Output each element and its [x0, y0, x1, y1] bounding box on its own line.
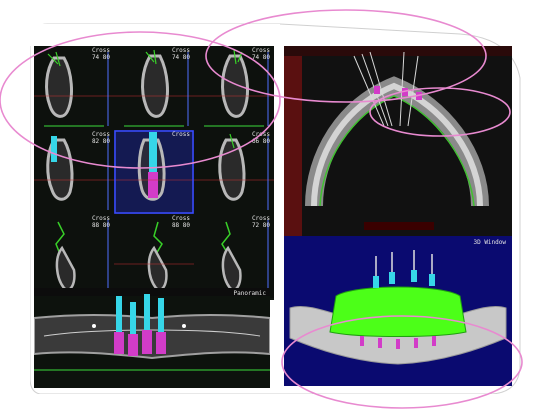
axial-image: [284, 46, 512, 236]
implant-planning-app: Cross 74 80 Cross 74 80 Cross 74 80 Cros…: [30, 18, 526, 394]
cross-section-label: Cross 72 80: [251, 215, 270, 229]
cross-section-label: Cross 88 80: [171, 215, 190, 229]
cross-section-view[interactable]: Cross 74 80: [114, 46, 194, 130]
3d-window-label: 3D Window: [473, 239, 506, 246]
cross-section-view[interactable]: Cross 88 80: [114, 214, 194, 298]
cross-section-label: Cross 74 80: [251, 47, 270, 61]
3d-model: [284, 236, 512, 386]
cross-section-view[interactable]: Cross 72 80: [194, 214, 274, 298]
3d-window[interactable]: 3D Window: [284, 236, 512, 386]
cross-section-view[interactable]: Cross 88 80: [34, 214, 114, 298]
cross-section-view-selected[interactable]: Cross: [114, 130, 194, 214]
panoramic-label: Panoramic: [233, 290, 266, 297]
cross-section-label: Cross 66 80: [251, 131, 270, 145]
cross-section-label: Cross 82 80: [91, 131, 110, 145]
cross-section-label: Cross: [171, 131, 190, 138]
cross-section-image: [114, 130, 194, 214]
cross-section-label: Cross 88 80: [91, 215, 110, 229]
axial-view[interactable]: [284, 46, 512, 236]
cross-section-label: Cross 74 80: [171, 47, 190, 61]
cross-section-view[interactable]: Cross 66 80: [194, 130, 274, 214]
cross-section-view[interactable]: Cross 82 80: [34, 130, 114, 214]
cross-section-grid: Cross 74 80 Cross 74 80 Cross 74 80 Cros…: [34, 46, 274, 300]
panoramic-view[interactable]: Panoramic: [34, 288, 270, 388]
cross-section-view[interactable]: Cross 74 80: [34, 46, 114, 130]
cross-section-view[interactable]: Cross 74 80: [194, 46, 274, 130]
panoramic-image: [34, 288, 270, 371]
cross-section-label: Cross 74 80: [91, 47, 110, 61]
